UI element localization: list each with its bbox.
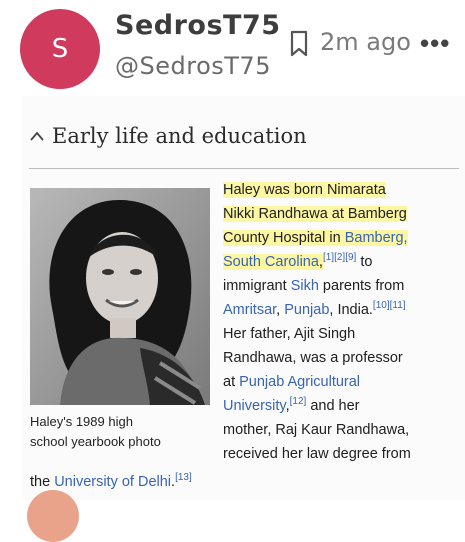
article-link[interactable]: Punjab — [284, 302, 329, 318]
avatar[interactable]: S — [20, 9, 100, 89]
text-line: received her law degree from — [223, 442, 463, 466]
text-segment: mother, Raj Kaur Randhawa, — [223, 422, 410, 438]
text-line: University,[12] and her — [223, 394, 463, 418]
text-segment: Her father, Ajit Singh — [223, 326, 356, 342]
citation-link[interactable]: [13] — [175, 472, 192, 483]
article-link[interactable]: Sikh — [291, 278, 319, 294]
section-divider — [29, 168, 459, 169]
section-title: Early life and education — [52, 124, 307, 148]
text-line: Haley was born Nimarata — [223, 178, 463, 202]
text-line: Randhawa, was a professor — [223, 346, 463, 370]
next-post-avatar[interactable] — [27, 490, 79, 542]
text-line: Amritsar, Punjab, India.[10][11] — [223, 298, 463, 322]
article-link[interactable]: University of Delhi — [54, 474, 171, 490]
text-segment: Haley was born Nimarata — [223, 182, 386, 198]
text-segment: Randhawa, was a professor — [223, 350, 403, 366]
username[interactable]: SedrosT75 — [115, 10, 281, 41]
text-line: immigrant Sikh parents from — [223, 274, 463, 298]
text-segment: County Hospital in — [223, 230, 345, 246]
citation-link[interactable]: [1][2][9] — [323, 252, 356, 263]
text-segment: to — [356, 254, 373, 270]
article-body-text: Haley was born Nimarata Nikki Randhawa at… — [223, 178, 463, 466]
text-segment: received her law degree from — [223, 446, 411, 462]
text-line: South Carolina,[1][2][9] to — [223, 250, 463, 274]
text-line: Her father, Ajit Singh — [223, 322, 463, 346]
post-header: S SedrosT75 @SedrosT75 2m ago ••• — [0, 0, 465, 96]
photo-caption: Haley's 1989 high school yearbook photo — [30, 412, 220, 452]
text-segment: , India. — [329, 302, 373, 318]
citation-link[interactable]: [10][11] — [373, 300, 406, 311]
caption-line: Haley's 1989 high — [30, 414, 133, 429]
text-segment: the — [30, 474, 55, 490]
text-segment: immigrant — [223, 278, 291, 294]
text-segment: parents from — [318, 278, 405, 294]
text-segment: at — [223, 374, 240, 390]
text-segment: and her — [306, 398, 360, 414]
article-link[interactable]: Punjab Agricultural — [239, 374, 360, 390]
article-link[interactable]: Amritsar — [223, 302, 276, 318]
text-line: County Hospital in Bamberg, — [223, 226, 463, 250]
more-options-button[interactable]: ••• — [420, 30, 450, 56]
embedded-article-screenshot: Early life and education Haley's 1989 hi… — [22, 96, 465, 500]
post-timestamp: 2m ago — [320, 28, 411, 56]
article-link[interactable]: Bamberg, — [344, 230, 408, 246]
text-segment: Nikki Randhawa at Bamberg — [223, 206, 407, 222]
yearbook-photo — [30, 188, 210, 405]
user-handle[interactable]: @SedrosT75 — [115, 52, 271, 80]
text-line: Nikki Randhawa at Bamberg — [223, 202, 463, 226]
article-link[interactable]: South Carolina — [223, 254, 319, 270]
caption-line: school yearbook photo — [30, 434, 161, 449]
article-link[interactable]: University — [223, 398, 286, 414]
bookmark-icon[interactable] — [289, 30, 309, 58]
chevron-up-icon — [30, 131, 44, 141]
text-line: mother, Raj Kaur Randhawa, — [223, 418, 463, 442]
citation-link[interactable]: [12] — [290, 396, 307, 407]
text-line: at Punjab Agricultural — [223, 370, 463, 394]
